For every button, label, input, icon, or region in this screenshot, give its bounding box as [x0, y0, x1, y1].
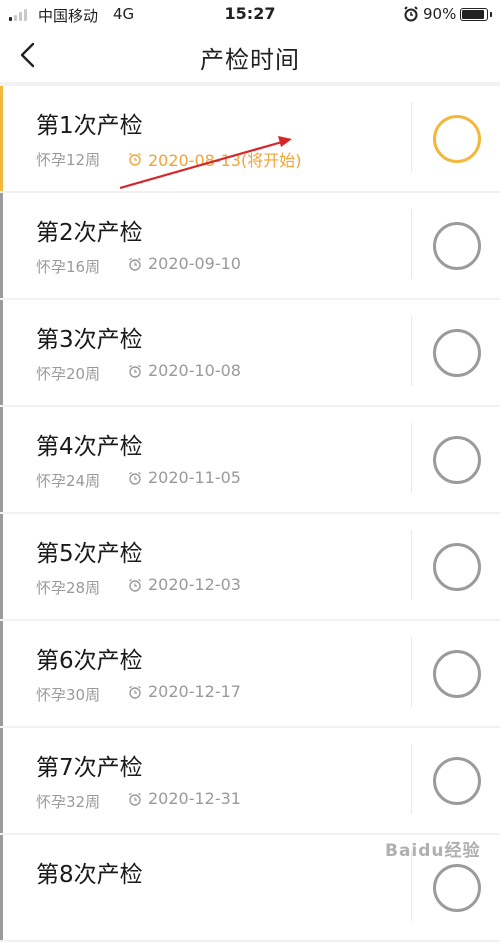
clock-icon	[129, 685, 141, 699]
date-text: 2020-08-13(将开始)	[148, 151, 302, 170]
checkup-date: 2020-12-03	[128, 575, 241, 594]
checkup-title: 第3次产检	[36, 327, 143, 353]
clock-icon	[129, 471, 141, 485]
status-circle[interactable]	[433, 650, 481, 698]
checkup-date: 2020-11-05	[128, 468, 241, 487]
checkup-item-1[interactable]: 第1次产检 怀孕12周 2020-08-13(将开始)	[0, 86, 500, 191]
status-circle[interactable]	[433, 329, 481, 377]
clock-icon	[129, 364, 141, 378]
status-bar: 中国移动 4G 15:27 90%	[0, 0, 500, 28]
divider	[411, 423, 412, 493]
pregnancy-weeks: 怀孕16周	[36, 258, 101, 276]
status-circle[interactable]	[433, 222, 481, 270]
checkup-item-4[interactable]: 第4次产检 怀孕24周 2020-11-05	[0, 407, 500, 512]
pregnancy-weeks: 怀孕20周	[36, 365, 101, 383]
checkup-title: 第8次产检	[36, 862, 143, 888]
checkup-title: 第7次产检	[36, 755, 143, 781]
checkup-title: 第1次产检	[36, 113, 143, 139]
date-text: 2020-12-17	[148, 682, 241, 701]
pregnancy-weeks: 怀孕30周	[36, 686, 101, 704]
pregnancy-weeks: 怀孕24周	[36, 472, 101, 490]
divider	[411, 102, 412, 172]
clock-icon	[129, 257, 141, 271]
checkup-item-6[interactable]: 第6次产检 怀孕30周 2020-12-17	[0, 621, 500, 726]
divider	[411, 851, 412, 921]
date-text: 2020-11-05	[148, 468, 241, 487]
alarm-icon	[404, 6, 418, 22]
checkup-item-5[interactable]: 第5次产检 怀孕28周 2020-12-03	[0, 514, 500, 619]
divider	[411, 637, 412, 707]
checkup-date: 2020-12-31	[128, 789, 241, 808]
pregnancy-weeks: 怀孕12周	[36, 151, 101, 169]
page-title: 产检时间	[200, 46, 300, 74]
pregnancy-weeks: 怀孕32周	[36, 793, 101, 811]
battery-icon	[460, 8, 492, 21]
checkup-title: 第6次产检	[36, 648, 143, 674]
clock-icon	[129, 792, 141, 806]
date-text: 2020-12-31	[148, 789, 241, 808]
pregnancy-weeks: 怀孕28周	[36, 579, 101, 597]
checkup-date: 2020-09-10	[128, 254, 241, 273]
date-text: 2020-10-08	[148, 361, 241, 380]
divider	[411, 316, 412, 386]
checkup-date: 2020-12-17	[128, 682, 241, 701]
divider	[411, 209, 412, 279]
checkup-title: 第4次产检	[36, 434, 143, 460]
status-circle[interactable]	[433, 543, 481, 591]
date-text: 2020-09-10	[148, 254, 241, 273]
watermark: Baidu经验	[385, 841, 481, 861]
date-text: 2020-12-03	[148, 575, 241, 594]
checkup-title: 第5次产检	[36, 541, 143, 567]
checkup-item-3[interactable]: 第3次产检 怀孕20周 2020-10-08	[0, 300, 500, 405]
clock-icon	[129, 152, 141, 166]
status-circle[interactable]	[433, 864, 481, 912]
clock-icon	[129, 578, 141, 592]
divider	[411, 744, 412, 814]
checkup-item-2[interactable]: 第2次产检 怀孕16周 2020-09-10	[0, 193, 500, 298]
checkup-date: 2020-10-08	[128, 361, 241, 380]
checkup-date: 2020-08-13(将开始)	[128, 147, 301, 171]
status-circle[interactable]	[433, 115, 481, 163]
status-circle[interactable]	[433, 436, 481, 484]
nav-bar: 产检时间	[0, 28, 500, 82]
status-circle[interactable]	[433, 757, 481, 805]
battery-percent: 90%	[423, 5, 457, 23]
checkup-item-7[interactable]: 第7次产检 怀孕32周 2020-12-31	[0, 728, 500, 833]
checkup-list: 第1次产检 怀孕12周 2020-08-13(将开始) 第2次产检 怀孕16周 …	[0, 86, 500, 942]
divider	[411, 530, 412, 600]
checkup-title: 第2次产检	[36, 220, 143, 246]
